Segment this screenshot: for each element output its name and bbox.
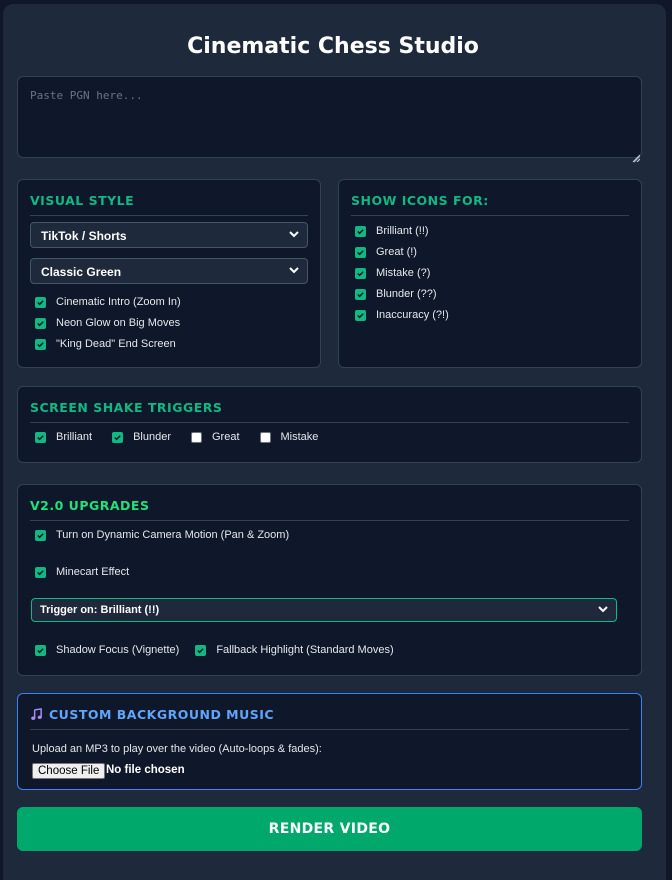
format-select[interactable]: TikTok / Shorts xyxy=(30,222,308,248)
option-label: Mistake (?) xyxy=(376,267,431,279)
option-cinematic-intro[interactable]: Cinematic Intro (Zoom In) xyxy=(35,296,181,308)
shake-label-blunder: Blunder xyxy=(133,431,171,443)
show-icons-card: SHOW ICONS FOR: Brilliant (!!) Great (!)… xyxy=(338,179,642,368)
option-label: Cinematic Intro (Zoom In) xyxy=(56,296,181,308)
choose-file-button[interactable]: Choose File xyxy=(32,763,106,779)
checkbox-checked-icon[interactable] xyxy=(35,338,46,350)
option-label: "King Dead" End Screen xyxy=(56,338,176,350)
checkbox-checked-icon[interactable] xyxy=(355,309,366,321)
fallback-highlight-label: Fallback Highlight (Standard Moves) xyxy=(216,644,394,656)
checkbox-checked-icon[interactable] xyxy=(35,296,46,308)
checkbox-checked-icon[interactable] xyxy=(35,317,46,329)
option-camera-motion[interactable]: Turn on Dynamic Camera Motion (Pan & Zoo… xyxy=(35,529,289,541)
upgrades-title: V2.0 UPGRADES xyxy=(30,498,629,521)
option-king-dead[interactable]: "King Dead" End Screen xyxy=(35,338,176,350)
checkbox-checked-icon[interactable] xyxy=(355,225,366,237)
shake-label-mistake: Mistake xyxy=(280,431,319,443)
trigger-select[interactable]: Trigger on: Brilliant (!!) xyxy=(31,598,617,622)
chevron-down-icon xyxy=(289,267,299,274)
app-window: Cinematic Chess Studio VISUAL STYLE TikT… xyxy=(3,4,666,880)
option-label: Turn on Dynamic Camera Motion (Pan & Zoo… xyxy=(56,529,290,541)
option-minecart[interactable]: Minecart Effect xyxy=(35,566,129,578)
checkbox-checked-icon[interactable] xyxy=(355,246,366,258)
screen-shake-title: SCREEN SHAKE TRIGGERS xyxy=(30,400,629,423)
chevron-down-icon xyxy=(289,231,299,238)
checkbox-checked-icon[interactable] xyxy=(35,431,46,443)
music-card: CUSTOM BACKGROUND MUSIC Upload an MP3 to… xyxy=(17,693,642,790)
checkbox-unchecked-icon[interactable] xyxy=(259,431,271,443)
checkbox-checked-icon[interactable] xyxy=(35,566,46,578)
music-note-icon xyxy=(31,708,42,720)
chevron-down-icon xyxy=(598,606,608,613)
checkbox-checked-icon[interactable] xyxy=(195,644,207,656)
upgrade-bottom-options: Shadow Focus (Vignette) Fallback Highlig… xyxy=(35,644,394,656)
option-neon-glow[interactable]: Neon Glow on Big Moves xyxy=(35,317,180,329)
show-icons-title: SHOW ICONS FOR: xyxy=(351,193,629,216)
checkbox-checked-icon[interactable] xyxy=(355,288,366,300)
theme-select-value: Classic Green xyxy=(41,265,122,279)
file-status: No file chosen xyxy=(106,764,185,776)
page-title: Cinematic Chess Studio xyxy=(187,34,479,59)
music-title: CUSTOM BACKGROUND MUSIC xyxy=(30,707,629,730)
option-label: Blunder (??) xyxy=(376,288,437,300)
music-description: Upload an MP3 to play over the video (Au… xyxy=(32,743,322,755)
shake-label-great: Great xyxy=(212,431,240,443)
theme-select[interactable]: Classic Green xyxy=(30,258,308,284)
checkbox-checked-icon[interactable] xyxy=(112,431,124,443)
option-label: Brilliant (!!) xyxy=(376,225,429,237)
option-label: Minecart Effect xyxy=(56,566,130,578)
checkbox-checked-icon[interactable] xyxy=(35,529,46,541)
upgrades-card: V2.0 UPGRADES Turn on Dynamic Camera Mot… xyxy=(17,484,642,676)
shake-options: Brilliant Blunder Great Mistake xyxy=(35,431,318,443)
resize-grip-icon[interactable] xyxy=(632,149,641,163)
pgn-input[interactable] xyxy=(17,76,642,158)
icon-option-mistake[interactable]: Mistake (?) xyxy=(355,267,430,279)
icon-option-blunder[interactable]: Blunder (??) xyxy=(355,288,437,300)
option-label: Neon Glow on Big Moves xyxy=(56,317,181,329)
trigger-select-value: Trigger on: Brilliant (!!) xyxy=(40,604,160,616)
checkbox-unchecked-icon[interactable] xyxy=(191,431,202,443)
checkbox-checked-icon[interactable] xyxy=(35,644,46,656)
icon-option-brilliant[interactable]: Brilliant (!!) xyxy=(355,225,429,237)
icon-option-great[interactable]: Great (!) xyxy=(355,246,417,258)
visual-style-title: VISUAL STYLE xyxy=(30,193,308,216)
option-label: Great (!) xyxy=(376,246,417,258)
shadow-focus-label: Shadow Focus (Vignette) xyxy=(56,644,180,656)
icon-option-inaccuracy[interactable]: Inaccuracy (?!) xyxy=(355,309,449,321)
checkbox-checked-icon[interactable] xyxy=(355,267,366,279)
visual-style-card: VISUAL STYLE TikTok / Shorts Classic Gre… xyxy=(17,179,321,368)
option-label: Inaccuracy (?!) xyxy=(376,309,449,321)
shake-label-brilliant: Brilliant xyxy=(56,431,93,443)
render-video-button[interactable]: RENDER VIDEO xyxy=(17,807,642,851)
music-title-text: CUSTOM BACKGROUND MUSIC xyxy=(49,707,275,722)
format-select-value: TikTok / Shorts xyxy=(41,229,127,243)
screen-shake-card: SCREEN SHAKE TRIGGERS Brilliant Blunder … xyxy=(17,386,642,463)
